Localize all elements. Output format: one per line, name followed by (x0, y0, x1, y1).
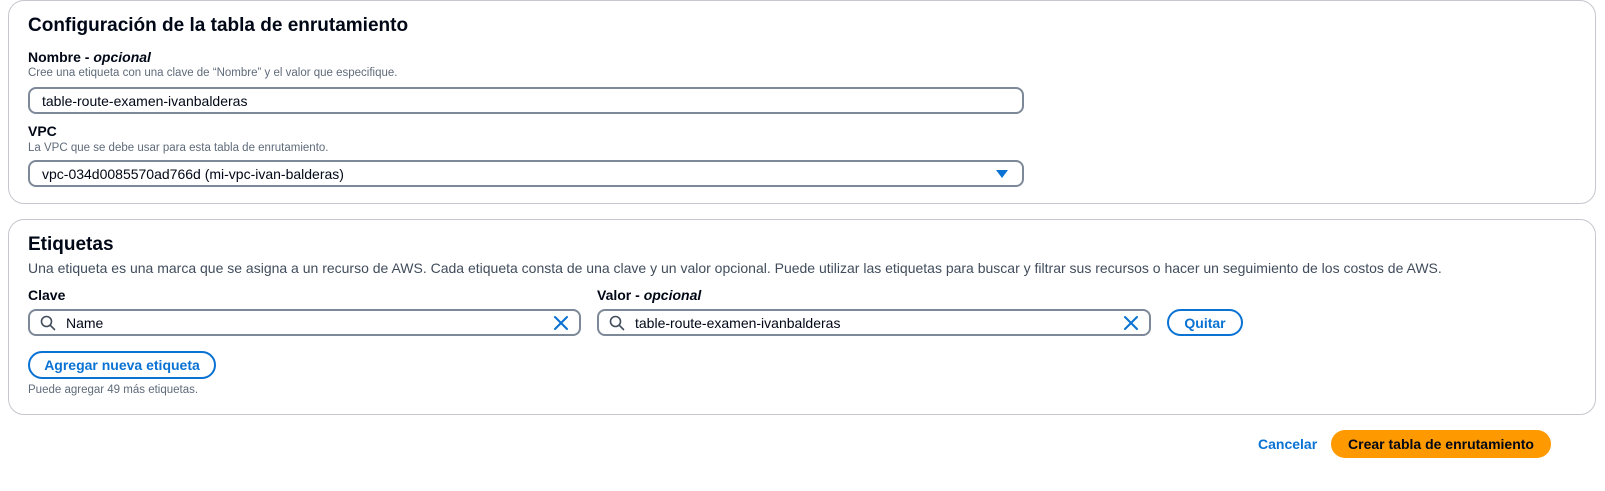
vpc-select-value: vpc-034d0085570ad766d (mi-vpc-ivan-balde… (42, 165, 344, 182)
name-field-label: Nombre - opcional (28, 49, 151, 65)
tag-value-input[interactable]: table-route-examen-ivanbalderas (597, 309, 1151, 336)
name-input[interactable]: table-route-examen-ivanbalderas (28, 87, 1024, 114)
search-icon (40, 315, 56, 331)
close-icon[interactable] (553, 315, 569, 331)
tag-key-value: Name (66, 315, 104, 331)
name-label-text: Nombre (28, 49, 81, 65)
tag-key-input[interactable]: Name (28, 309, 581, 336)
route-table-config-panel: Configuración de la tabla de enrutamient… (8, 0, 1596, 204)
name-input-value: table-route-examen-ivanbalderas (42, 92, 248, 109)
name-label-optional: opcional (93, 49, 151, 65)
create-route-table-button[interactable]: Crear tabla de enrutamiento (1331, 430, 1551, 458)
tags-description: Una etiqueta es una marca que se asigna … (28, 260, 1442, 276)
add-tag-button[interactable]: Agregar nueva etiqueta (28, 351, 216, 379)
remove-tag-button[interactable]: Quitar (1167, 309, 1243, 336)
cancel-button[interactable]: Cancelar (1258, 436, 1317, 452)
close-icon[interactable] (1123, 315, 1139, 331)
search-icon (609, 315, 625, 331)
caret-down-icon (996, 170, 1008, 178)
tag-key-label: Clave (28, 287, 66, 303)
tags-title: Etiquetas (28, 234, 114, 255)
tag-value-label-optional: opcional (643, 287, 702, 303)
name-field-description: Cree una etiqueta con una clave de “Nomb… (28, 67, 398, 79)
panel-title: Configuración de la tabla de enrutamient… (28, 15, 409, 36)
vpc-select[interactable]: vpc-034d0085570ad766d (mi-vpc-ivan-balde… (28, 160, 1024, 187)
tag-value-label-text: Valor (597, 287, 632, 303)
tags-remaining-text: Puede agregar 49 más etiquetas. (28, 384, 199, 396)
tags-panel: Etiquetas Una etiqueta es una marca que … (8, 219, 1596, 415)
tag-value-label: Valor - opcional (597, 287, 702, 303)
vpc-field-description: La VPC que se debe usar para esta tabla … (28, 142, 329, 154)
tag-value-value: table-route-examen-ivanbalderas (635, 315, 841, 331)
vpc-field-label: VPC (28, 123, 57, 139)
